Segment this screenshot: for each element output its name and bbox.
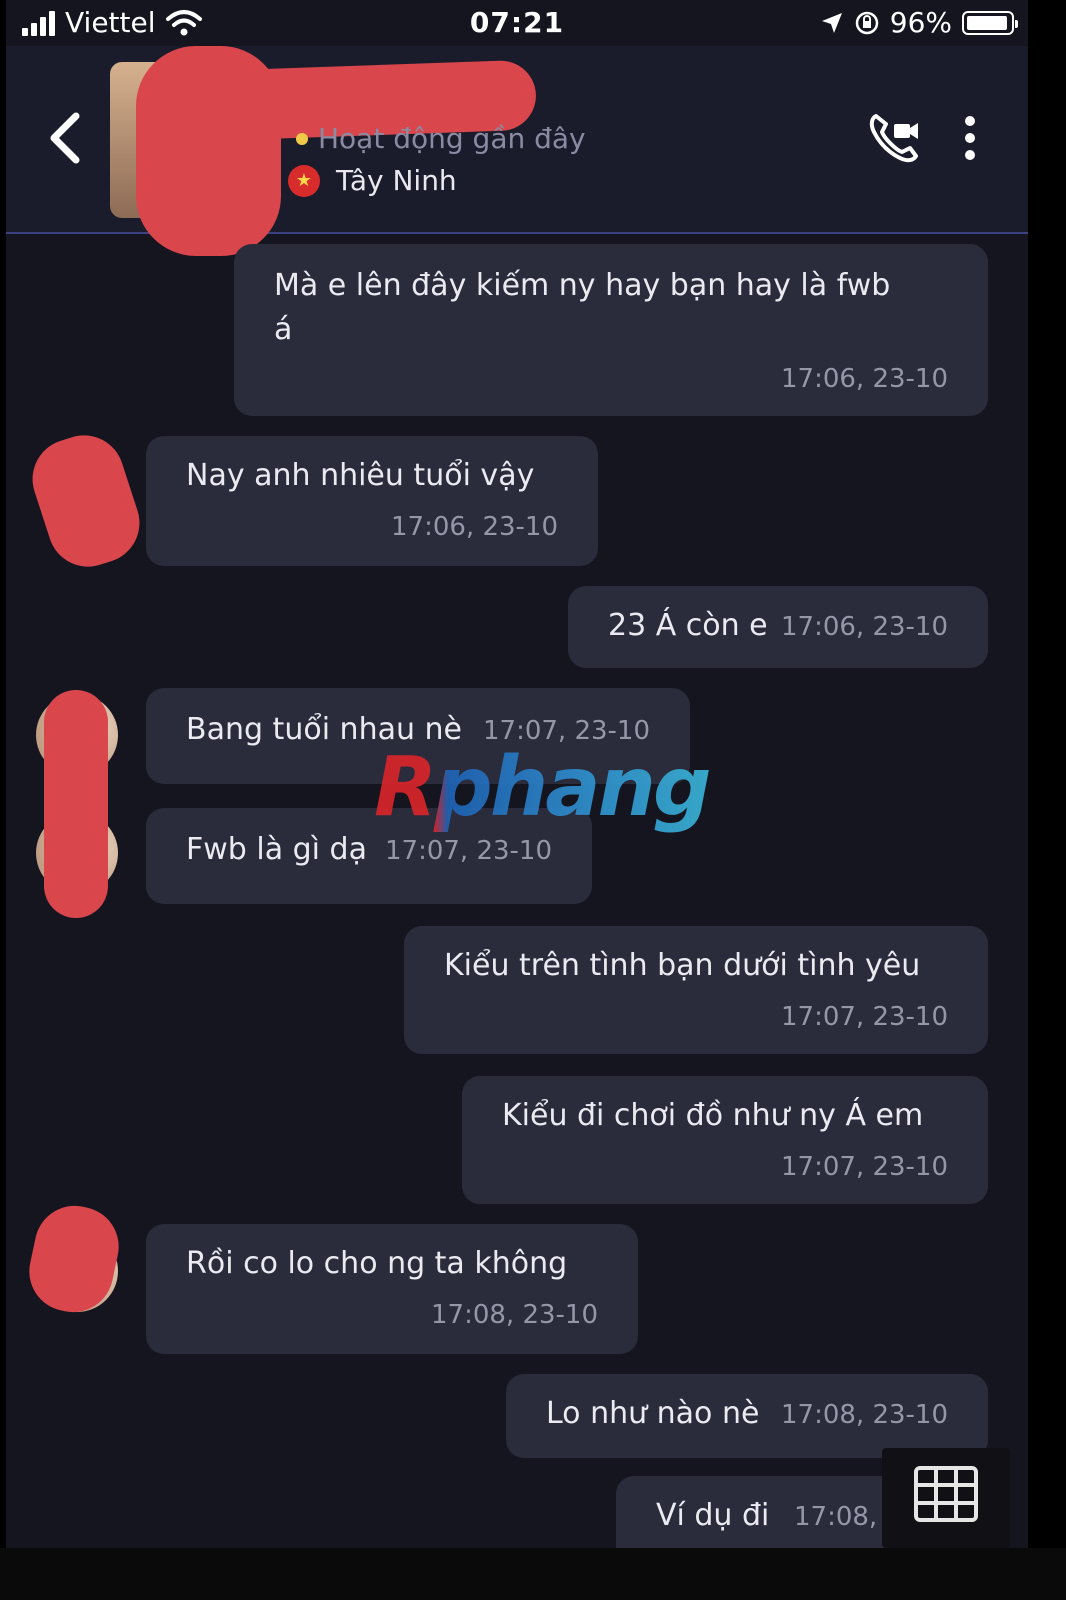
message-text: Rồi co lo cho ng ta không <box>186 1246 568 1281</box>
battery-fill <box>967 15 1007 30</box>
online-dot-icon <box>296 132 308 145</box>
status-right: 96% <box>820 6 1018 39</box>
message-bubble-outgoing[interactable]: 23 Á còn e 17:06, 23-10 <box>568 586 988 668</box>
vietnam-flag-icon: ★ <box>288 164 320 197</box>
chat-screen: Viettel 07:21 96% Hoạt động gần đây ★ Tâ… <box>6 0 1028 1548</box>
more-vertical-icon[interactable] <box>956 116 984 166</box>
message-bubble-outgoing[interactable]: Kiểu trên tình bạn dưới tình yêu 17:07, … <box>404 926 988 1054</box>
battery-icon <box>962 10 1018 35</box>
message-text: Ví dụ đi <box>656 1498 770 1533</box>
location-text: Tây Ninh <box>336 164 457 197</box>
keyboard-toggle-button[interactable] <box>882 1448 1010 1548</box>
message-bubble-incoming[interactable]: Nay anh nhiêu tuổi vậy 17:06, 23-10 <box>146 436 598 566</box>
message-timestamp: 17:08, 23-10 <box>780 1400 948 1430</box>
message-timestamp: 17:07, 23-10 <box>780 1152 948 1182</box>
rotation-lock-icon <box>855 11 879 34</box>
message-timestamp: 17:06, 23-10 <box>780 364 948 394</box>
message-text: Lo như nào nè <box>546 1396 760 1431</box>
message-text: Kiểu đi chơi đồ như ny Á em <box>502 1098 924 1133</box>
screen-edge <box>1028 0 1066 1548</box>
message-bubble-outgoing[interactable]: Kiểu đi chơi đồ như ny Á em 17:07, 23-10 <box>462 1076 988 1204</box>
avatar-redaction <box>44 690 108 918</box>
message-timestamp: 17:06, 23-10 <box>780 612 948 642</box>
message-timestamp: 17:08, 23-10 <box>430 1300 598 1330</box>
grid-icon <box>914 1466 978 1522</box>
message-text: Nay anh nhiêu tuổi vậy <box>186 458 535 493</box>
message-text: Fwb là gì dạ <box>186 832 367 867</box>
avatar-redaction <box>22 424 150 578</box>
message-bubble-outgoing[interactable]: Mà e lên đây kiếm ny hay bạn hay là fwb … <box>234 244 988 416</box>
message-text: 23 Á còn e <box>608 608 768 643</box>
chat-header: Hoạt động gần đây ★ Tây Ninh <box>6 46 1028 256</box>
back-button[interactable] <box>42 108 88 168</box>
location-arrow-icon <box>821 12 842 33</box>
contact-location: ★ Tây Ninh <box>288 164 457 197</box>
message-bubble-incoming[interactable]: Rồi co lo cho ng ta không 17:08, 23-10 <box>146 1224 638 1354</box>
watermark-logo: Rphang <box>374 740 712 835</box>
activity-status-text: Hoạt động gần đây <box>318 122 586 155</box>
message-timestamp: 17:07, 23-10 <box>384 836 552 866</box>
message-text: Kiểu trên tình bạn dưới tình yêu <box>444 948 921 983</box>
message-timestamp: 17:06, 23-10 <box>390 512 558 542</box>
message-timestamp: 17:08, <box>794 1502 878 1532</box>
message-bubble-outgoing[interactable]: Lo như nào nè 17:08, 23-10 <box>506 1374 988 1458</box>
avatar-redaction <box>21 1198 127 1320</box>
status-bar: Viettel 07:21 96% <box>6 0 1028 46</box>
video-call-icon[interactable] <box>866 110 922 166</box>
message-text: Mà e lên đây kiếm ny hay bạn hay là fwb <box>274 268 891 303</box>
activity-status: Hoạt động gần đây <box>296 122 586 155</box>
battery-percent: 96% <box>889 6 952 39</box>
bottom-bezel <box>0 1548 1066 1600</box>
message-timestamp: 17:07, 23-10 <box>780 1002 948 1032</box>
message-text-cont: á <box>274 312 293 347</box>
